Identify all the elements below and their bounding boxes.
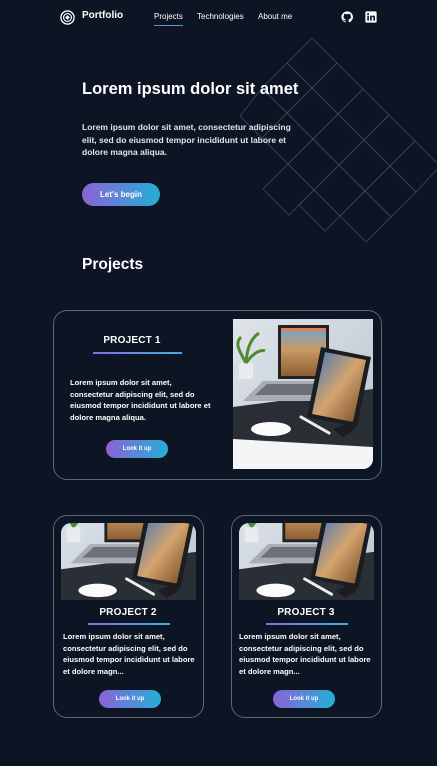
project-1-underline [93, 352, 182, 354]
project-2-text: Lorem ipsum dolor sit amet, consectetur … [63, 632, 195, 677]
project-3-image [239, 523, 374, 600]
project-2-image [61, 523, 196, 600]
project-2-photo [61, 523, 196, 600]
nav-about-me[interactable]: About me [258, 12, 292, 21]
logo-text[interactable]: Portfolio [82, 10, 123, 21]
project-3-title: PROJECT 3 [277, 607, 335, 618]
site-header: Portfolio Projects Technologies About me [0, 0, 437, 36]
project-card-1: PROJECT 1 Lorem ipsum dolor sit amet, co… [53, 310, 382, 480]
project-3-photo [239, 523, 374, 600]
project-1-text: Lorem ipsum dolor sit amet, consectetur … [70, 378, 211, 423]
project-1-photo [233, 319, 373, 469]
nav-technologies[interactable]: Technologies [197, 12, 244, 21]
project-card-3: PROJECT 3 Lorem ipsum dolor sit amet, co… [231, 515, 382, 718]
projects-section-title: Projects [82, 256, 144, 273]
logo-icon[interactable] [60, 10, 75, 25]
linkedin-icon[interactable] [365, 11, 377, 23]
project-card-2: PROJECT 2 Lorem ipsum dolor sit amet, co… [53, 515, 204, 718]
project-3-look-button[interactable]: Look it up [273, 690, 335, 708]
project-2-underline [88, 623, 170, 625]
github-icon[interactable] [341, 11, 353, 23]
lets-begin-button[interactable]: Let's begin [82, 183, 160, 206]
project-3-text: Lorem ipsum dolor sit amet, consectetur … [239, 632, 371, 677]
project-2-title: PROJECT 2 [99, 607, 157, 618]
project-1-title: PROJECT 1 [103, 335, 161, 346]
project-1-look-button[interactable]: Look it up [106, 440, 168, 458]
project-3-underline [266, 623, 348, 625]
nav-projects[interactable]: Projects [154, 12, 183, 26]
hero-title: Lorem ipsum dolor sit amet [82, 80, 299, 98]
project-1-image [233, 319, 373, 469]
project-2-look-button[interactable]: Look it up [99, 690, 161, 708]
hero-text: Lorem ipsum dolor sit amet, consectetur … [82, 122, 291, 157]
